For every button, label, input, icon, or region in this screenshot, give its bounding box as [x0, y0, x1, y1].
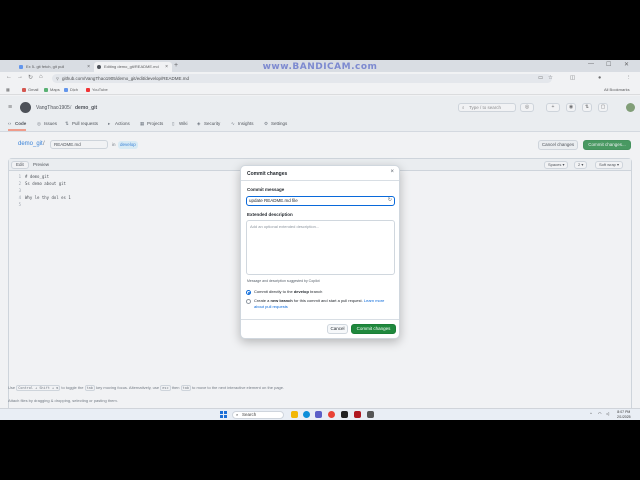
commit-button[interactable]: Commit changes [351, 324, 396, 334]
taskbar-clock[interactable]: 8:07 PM 2/1/2025 [617, 410, 631, 419]
option-branch: develop [293, 289, 309, 294]
tray-chevron-icon[interactable]: ^ [590, 411, 592, 416]
chrome-icon[interactable] [328, 411, 335, 418]
edge-icon[interactable] [303, 411, 310, 418]
screen: Ex 5- git fetch, git pull × Editing demo… [0, 60, 640, 420]
commit-message-label: Commit message [247, 187, 285, 192]
taskbar-search-label: Search [242, 412, 257, 417]
radio-new-branch[interactable] [246, 299, 251, 304]
bandicam-watermark: www.BANDICAM.com [262, 62, 378, 72]
copilot-suggest-icon[interactable]: ↻ [388, 197, 392, 204]
commit-message-value: update README.md file [249, 198, 298, 203]
option-text: for this commit and start a pull request… [293, 298, 363, 303]
search-icon: ⌕ [236, 412, 239, 417]
divider [241, 319, 399, 320]
terminal-icon[interactable] [341, 411, 348, 418]
extended-description-label: Extended description [247, 212, 293, 217]
cancel-button[interactable]: Cancel [327, 324, 348, 334]
commit-dialog: Commit changes × Commit message update R… [240, 165, 400, 339]
dialog-title: Commit changes [247, 171, 288, 177]
windows-taskbar: ⌕ Search ^ ◠ ◁ 8:07 PM 2/1/2025 [0, 408, 640, 420]
windows-start-icon[interactable] [220, 411, 227, 418]
option-text: branch [310, 289, 323, 294]
option-bold: new branch [270, 298, 293, 303]
extended-description-textarea[interactable]: Add an optional extended description... [246, 220, 395, 275]
divider [241, 180, 399, 181]
notes-icon[interactable] [367, 411, 374, 418]
clock-time: 8:07 PM [617, 410, 631, 414]
commit-message-input[interactable]: update README.md file ↻ [246, 196, 395, 206]
bandicam-icon[interactable] [354, 411, 361, 418]
option-direct-label: Commit directly to the develop branch [254, 289, 394, 295]
clock-date: 2/1/2025 [617, 414, 631, 419]
option-new-branch-label: Create a new branch for this commit and … [254, 298, 394, 310]
description-placeholder: Add an optional extended description... [250, 224, 320, 229]
file-explorer-icon[interactable] [291, 411, 298, 418]
copilot-note: Message and description suggested by Cop… [247, 279, 320, 283]
taskbar-search[interactable]: ⌕ Search [232, 411, 284, 419]
radio-commit-direct[interactable] [246, 290, 251, 295]
volume-icon[interactable]: ◁ [606, 411, 609, 416]
option-text: Create a [254, 298, 270, 303]
wifi-icon[interactable]: ◠ [598, 411, 602, 416]
store-icon[interactable] [315, 411, 322, 418]
option-text: Commit directly to the [254, 289, 293, 294]
close-icon[interactable]: × [390, 169, 394, 175]
